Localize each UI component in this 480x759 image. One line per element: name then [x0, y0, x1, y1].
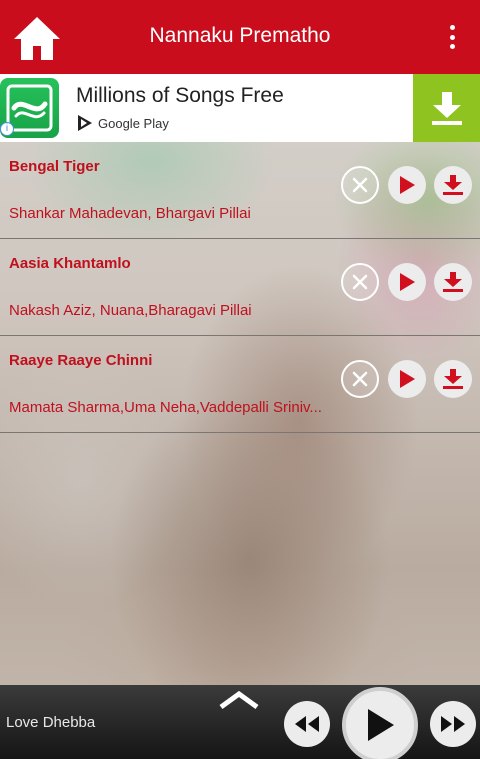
- mini-player: Love Dhebba: [0, 685, 480, 759]
- next-track-button[interactable]: [430, 701, 476, 747]
- fast-forward-icon: [441, 716, 465, 732]
- remove-song-button[interactable]: [341, 166, 379, 204]
- play-song-button[interactable]: [388, 263, 426, 301]
- song-artist: Mamata Sharma,Uma Neha,Vaddepalli Sriniv…: [9, 399, 322, 416]
- ad-info-icon[interactable]: i: [0, 122, 14, 136]
- download-icon: [443, 272, 463, 292]
- expand-player-button[interactable]: [218, 687, 260, 711]
- song-row[interactable]: Aasia Khantamlo Nakash Aziz, Nuana,Bhara…: [0, 239, 480, 336]
- overflow-menu-icon: [449, 25, 455, 30]
- close-icon: [352, 274, 368, 290]
- download-song-button[interactable]: [434, 263, 472, 301]
- song-row[interactable]: Bengal Tiger Shankar Mahadevan, Bhargavi…: [0, 142, 480, 239]
- download-icon: [443, 175, 463, 195]
- song-title: Bengal Tiger: [9, 158, 100, 175]
- song-title: Aasia Khantamlo: [9, 255, 131, 272]
- remove-song-button[interactable]: [341, 263, 379, 301]
- google-play-icon: [78, 115, 92, 131]
- play-icon: [400, 370, 415, 388]
- download-song-button[interactable]: [434, 360, 472, 398]
- play-icon: [400, 273, 415, 291]
- now-playing-title: Love Dhebba: [6, 714, 96, 731]
- app-header: Nannaku Prematho: [0, 0, 480, 74]
- google-play-badge: Google Play: [76, 114, 169, 132]
- song-title: Raaye Raaye Chinni: [9, 352, 153, 369]
- rewind-icon: [295, 716, 319, 732]
- play-song-button[interactable]: [388, 360, 426, 398]
- ad-banner[interactable]: i Millions of Songs Free Google Play: [0, 74, 480, 142]
- song-artist: Shankar Mahadevan, Bhargavi Pillai: [9, 205, 251, 222]
- previous-track-button[interactable]: [284, 701, 330, 747]
- close-icon: [352, 371, 368, 387]
- remove-song-button[interactable]: [341, 360, 379, 398]
- song-artist: Nakash Aziz, Nuana,Bharagavi Pillai: [9, 302, 252, 319]
- google-play-label: Google Play: [98, 115, 169, 131]
- overflow-menu-button[interactable]: [446, 25, 458, 49]
- download-icon: [431, 92, 462, 125]
- chevron-up-icon: [219, 690, 259, 710]
- play-icon: [400, 176, 415, 194]
- close-icon: [352, 177, 368, 193]
- song-list: Bengal Tiger Shankar Mahadevan, Bhargavi…: [0, 142, 480, 433]
- play-song-button[interactable]: [388, 166, 426, 204]
- play-pause-button[interactable]: [342, 687, 418, 759]
- song-row[interactable]: Raaye Raaye Chinni Mamata Sharma,Uma Neh…: [0, 336, 480, 433]
- download-icon: [443, 369, 463, 389]
- ad-download-button[interactable]: [413, 74, 480, 142]
- play-icon: [368, 709, 394, 741]
- download-song-button[interactable]: [434, 166, 472, 204]
- ad-title: Millions of Songs Free: [76, 84, 284, 107]
- page-title: Nannaku Prematho: [149, 24, 331, 47]
